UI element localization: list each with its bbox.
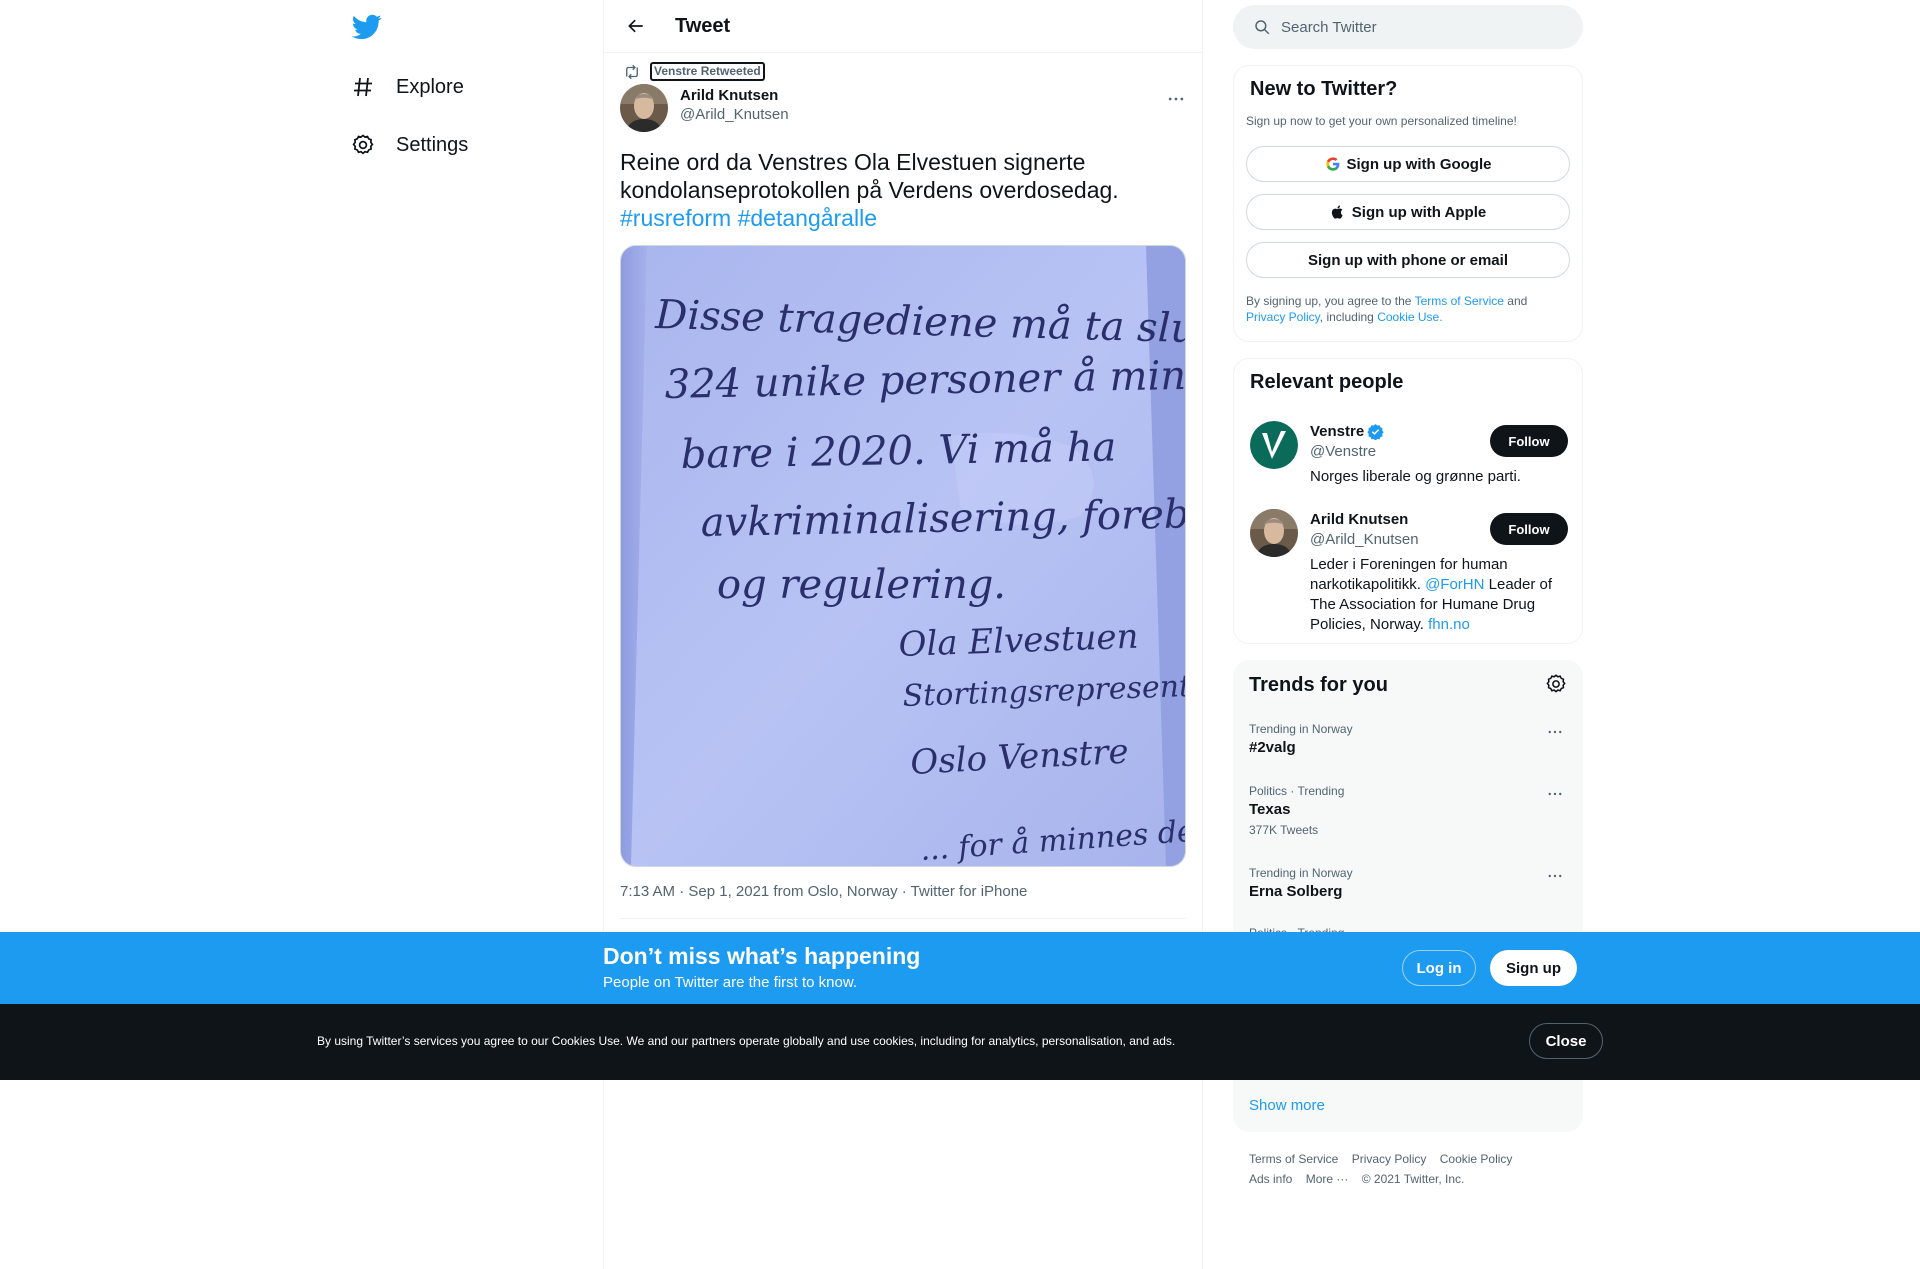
legal-prefix: By signing up, you agree to the [1246,294,1412,308]
person-handle[interactable]: @Venstre [1310,443,1376,460]
signup-email-label: Sign up with phone or email [1307,251,1508,269]
footer-link[interactable]: Ads info [1249,1172,1292,1186]
person-bio: Leder i Foreningen for human narkotikapo… [1310,555,1568,635]
signup-apple-label: Sign up with Apple [1351,203,1487,221]
retweeted-by-link[interactable]: Venstre Retweeted [650,62,765,81]
login-button[interactable]: Log in [1402,950,1476,986]
note-line: bare i 2020. Vi må ha [680,424,1116,478]
trend-count: 377K Tweets [1249,823,1319,837]
footer-link[interactable]: Terms of Service [1249,1152,1338,1166]
footer-link[interactable]: Privacy Policy [1352,1152,1427,1166]
avatar[interactable] [1250,421,1298,469]
signup-email-button[interactable]: Sign up with phone or email [1246,242,1570,278]
promo-title: Don’t miss what’s happening [603,943,921,969]
trend-item[interactable]: Politics · Trending Texas 377K Tweets [1249,784,1567,837]
more-options-icon[interactable] [1543,784,1567,804]
hashtag-icon [350,74,376,100]
person-handle[interactable]: @Arild_Knutsen [1310,531,1419,548]
person-bio: Norges liberale og grønne parti. [1310,468,1521,485]
google-icon [1325,156,1341,172]
bio-url-link[interactable]: fhn.no [1428,616,1470,633]
divider [620,918,1186,919]
note-line: 324 unike personer å minnes [664,352,1186,408]
twitter-bird-icon[interactable] [351,12,382,42]
show-more-link[interactable]: Show more [1249,1097,1325,1114]
tweet-timestamp[interactable]: 7:13 AM · Sep 1, 2021 from Oslo, Norway … [620,883,1027,900]
trend-context: Trending in Norway [1249,866,1353,880]
trend-item[interactable]: Trending in Norway #2valg [1249,722,1567,756]
card-title: Trends for you [1249,674,1388,696]
tweet-photo[interactable]: Disse tragediene må ta slutt. 324 unike … [620,245,1186,867]
hashtag-link[interactable]: #detangåralle [738,205,877,231]
privacy-link[interactable]: Privacy Policy [1246,310,1320,324]
person-name[interactable]: Venstre [1310,423,1384,440]
card-title: Relevant people [1250,371,1404,393]
more-options-icon[interactable] [1543,722,1567,742]
avatar[interactable] [620,84,668,132]
retweet-context: Venstre Retweeted [620,62,765,81]
terms-link[interactable]: Terms of Service [1415,294,1504,308]
hashtag-link[interactable]: #rusreform [620,205,731,231]
copyright: © 2021 Twitter, Inc. [1361,1172,1465,1186]
retweet-icon [626,64,638,79]
trend-context: Trending in Norway [1249,722,1353,736]
nav-explore-label: Explore [396,75,464,98]
legal-including: , including [1319,310,1374,324]
apple-icon [1330,204,1346,220]
cookie-banner: By using Twitter’s services you agree to… [0,1004,1920,1080]
close-button[interactable]: Close [1529,1023,1603,1059]
person-name-text: Venstre [1310,423,1365,440]
nav-explore[interactable]: Explore [350,62,464,112]
search-box[interactable] [1233,5,1583,49]
signup-apple-button[interactable]: Sign up with Apple [1246,194,1570,230]
tweet-body: Reine ord da Venstres Ola Elvestuen sign… [620,149,1119,203]
tweet-author: Arild Knutsen @Arild_Knutsen [620,84,789,132]
verified-badge-icon [1367,424,1384,440]
more-options-icon[interactable] [1543,866,1567,886]
gear-icon[interactable] [1545,673,1567,695]
nav-settings[interactable]: Settings [350,120,468,170]
cookie-text: By using Twitter’s services you agree to… [317,1034,1176,1048]
trend-name: Texas [1249,801,1291,818]
signup-google-label: Sign up with Google [1346,155,1492,173]
tweet-header: Tweet [604,0,1202,53]
search-icon [1255,20,1270,35]
trend-name: #2valg [1249,739,1296,756]
trend-context: Politics · Trending [1249,784,1345,798]
follow-button[interactable]: Follow [1490,513,1568,545]
footer-link[interactable]: Cookie Policy [1440,1152,1513,1166]
tweet-text: Reine ord da Venstres Ola Elvestuen sign… [620,148,1180,232]
card-title: New to Twitter? [1250,78,1398,100]
author-name[interactable]: Arild Knutsen [680,87,789,104]
card-subtitle: Sign up now to get your own personalized… [1246,114,1517,128]
note-line: Ola Elvestuen [898,617,1139,665]
gear-icon [350,132,376,158]
trend-item[interactable]: Trending in Norway Erna Solberg [1249,866,1567,900]
follow-button[interactable]: Follow [1490,425,1568,457]
footer-links: Terms of Service Privacy Policy Cookie P… [1249,1149,1569,1189]
note-line: og regulering. [717,562,1006,608]
footer-more-link[interactable]: More ··· [1306,1172,1349,1186]
person-name[interactable]: Arild Knutsen [1310,511,1408,528]
signup-legal-text: By signing up, you agree to the Terms of… [1246,293,1566,325]
relevant-people-card: Relevant people Venstre @Venstre Norges … [1233,358,1583,644]
legal-and: and [1507,294,1528,308]
promo-subtitle: People on Twitter are the first to know. [603,974,858,991]
back-button[interactable] [619,9,653,43]
signup-promo-bar: Don’t miss what’s happening People on Tw… [0,932,1920,1004]
signup-google-button[interactable]: Sign up with Google [1246,146,1570,182]
more-options-icon[interactable] [1164,87,1188,111]
trend-name: Erna Solberg [1249,883,1343,900]
handwritten-note-image: Disse tragediene må ta slutt. 324 unike … [621,246,1186,866]
author-handle[interactable]: @Arild_Knutsen [680,106,789,123]
search-input[interactable] [1281,18,1561,36]
arrow-left-icon [628,19,643,33]
avatar[interactable] [1250,509,1298,557]
signup-button[interactable]: Sign up [1490,950,1577,986]
new-to-twitter-card: New to Twitter? Sign up now to get your … [1233,65,1583,342]
cookie-use-link[interactable]: Cookie Use. [1377,310,1442,324]
nav-settings-label: Settings [396,133,469,156]
page-title: Tweet [675,14,731,37]
bio-mention-link[interactable]: @ForHN [1425,576,1484,593]
